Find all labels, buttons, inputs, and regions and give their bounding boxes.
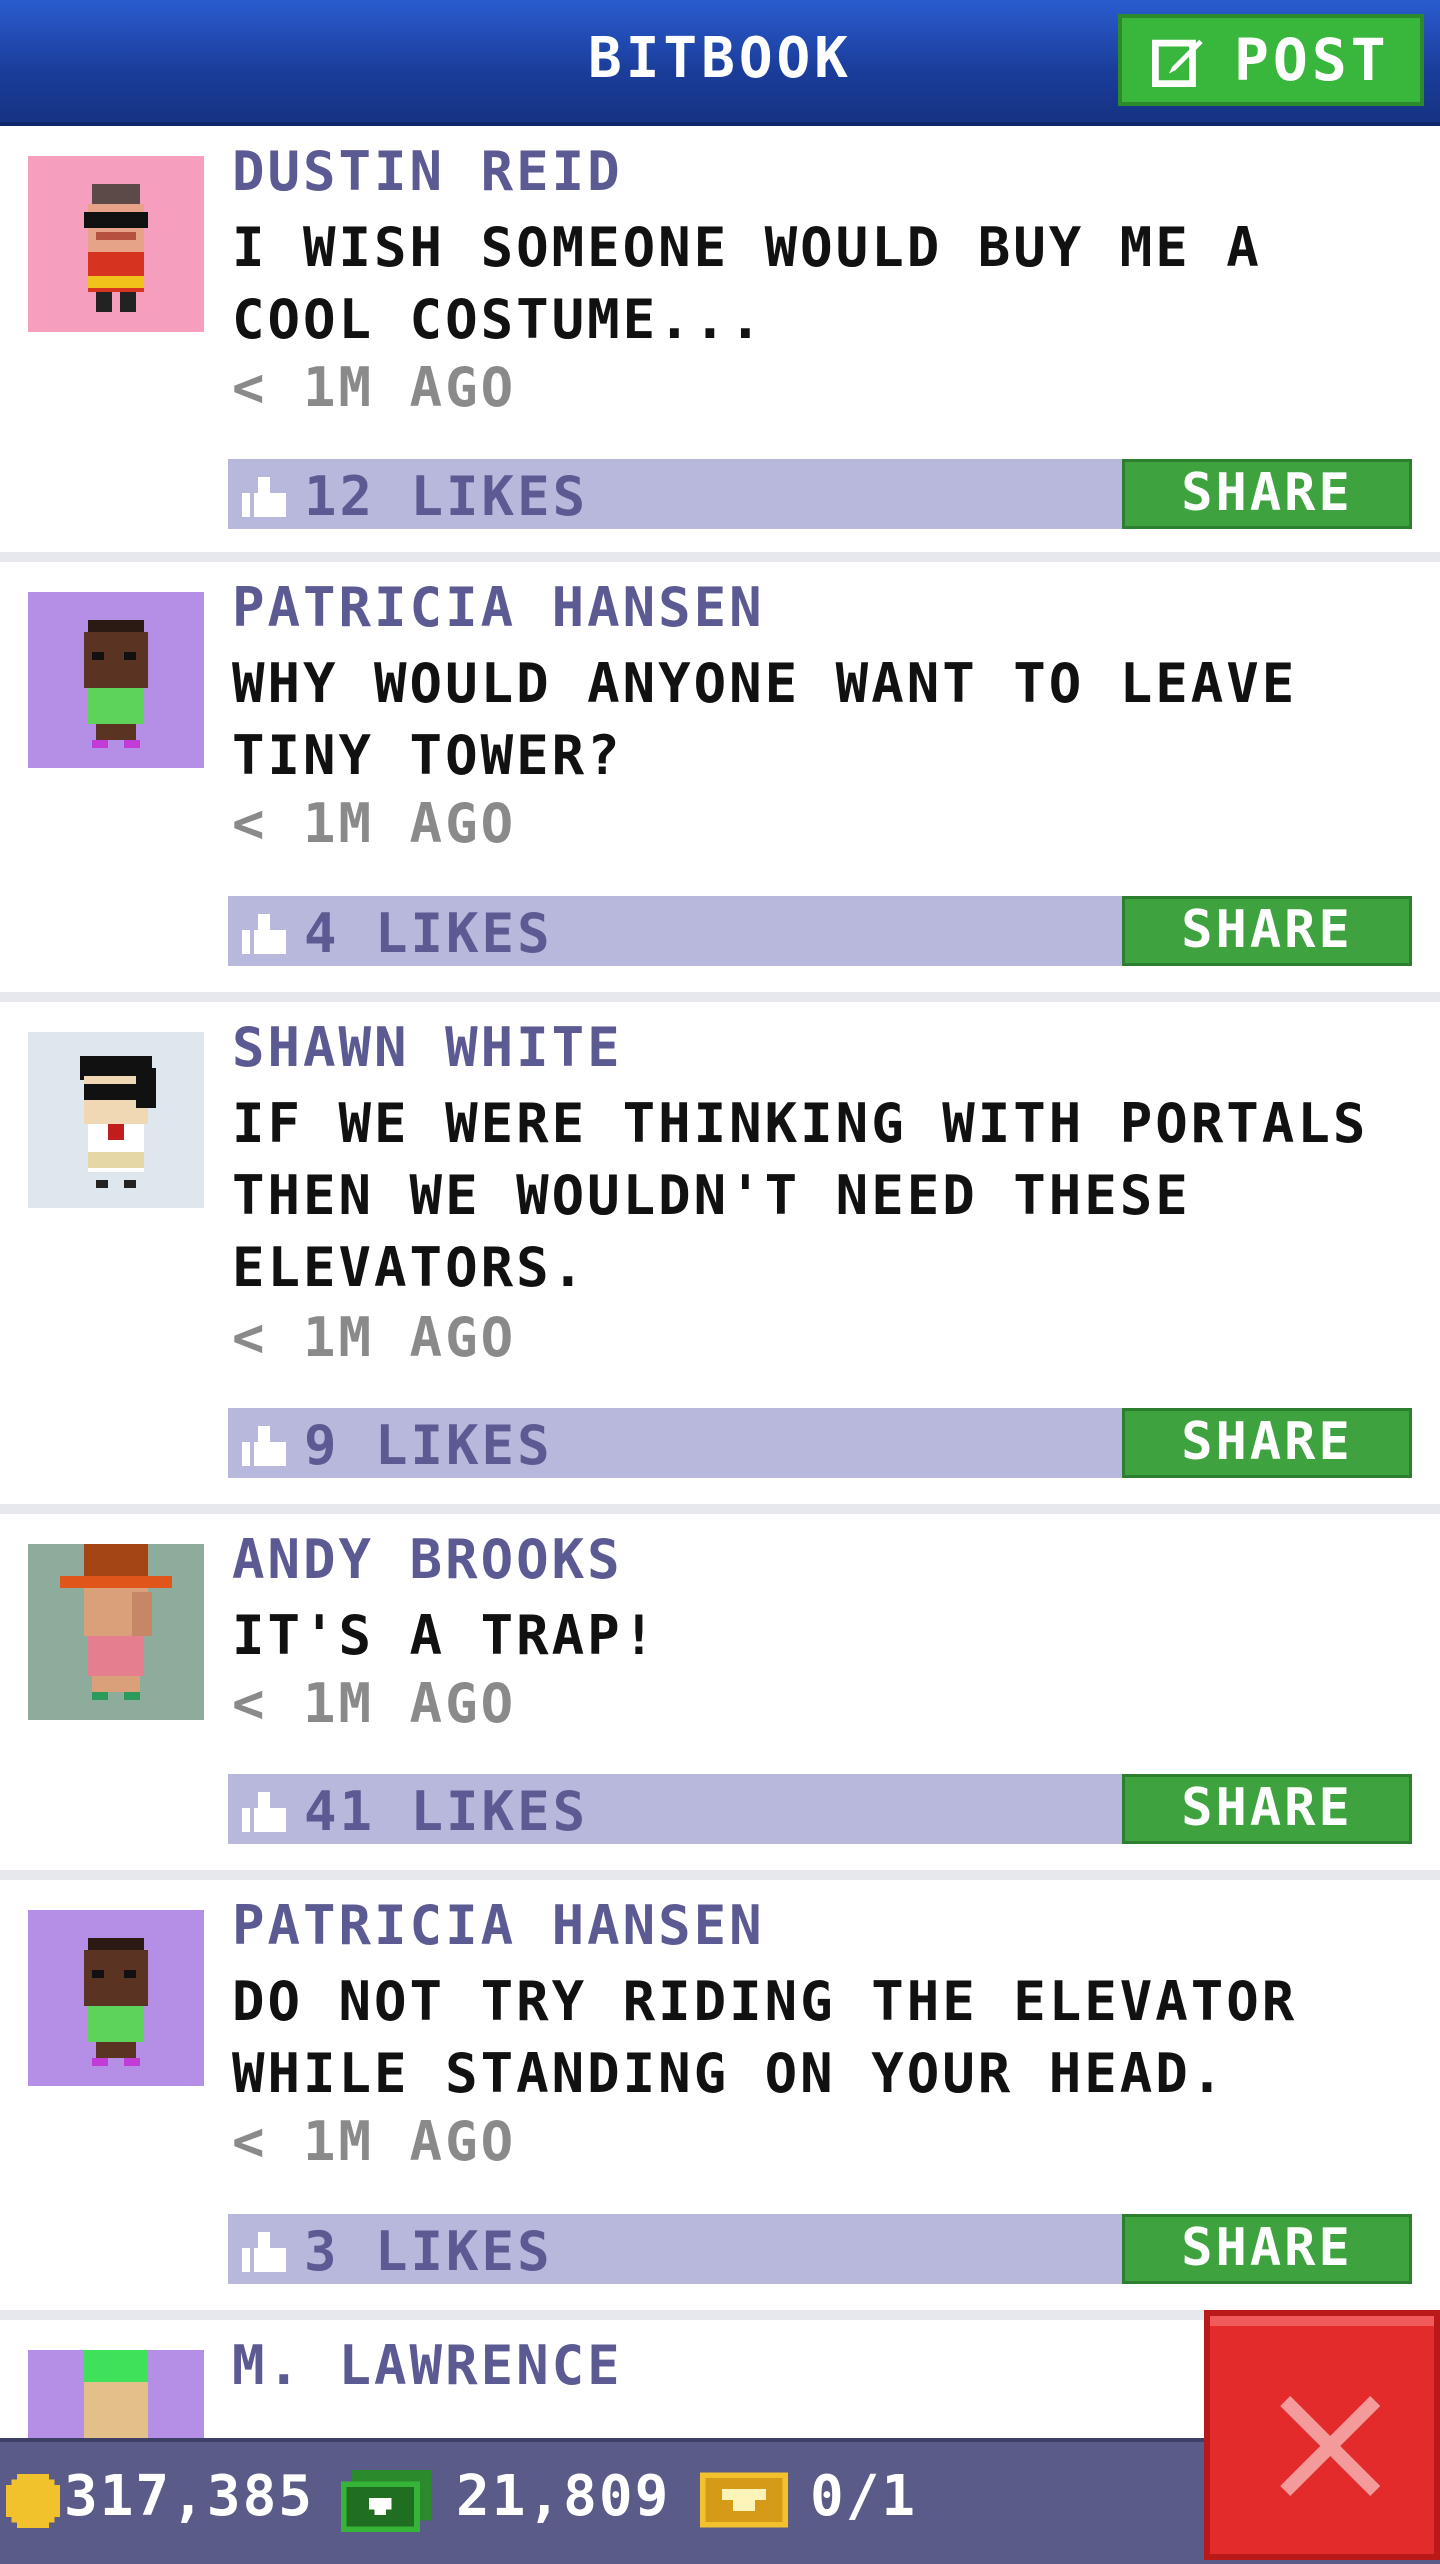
like-count: 4 LIKES [304, 902, 553, 965]
edit-icon [1152, 39, 1203, 87]
like-button[interactable]: 41 LIKES [228, 1780, 588, 1843]
feed-post: SHAWN WHITE IF WE WERE THINKING WITH POR… [0, 1002, 1440, 1504]
like-button[interactable]: 4 LIKES [228, 902, 553, 965]
share-button[interactable]: SHARE [1122, 896, 1412, 966]
like-button[interactable]: 9 LIKES [228, 1414, 553, 1477]
bux-icon [340, 2470, 432, 2532]
post-time: < 1M AGO [232, 356, 517, 419]
post-message: IT'S A TRAP! [232, 1604, 659, 1667]
post-time: < 1M AGO [232, 2110, 517, 2173]
post-message: WHY WOULD ANYONE WANT TO LEAVE TINY TOWE… [232, 652, 1298, 787]
post-button[interactable]: POST [1118, 14, 1424, 106]
post-time: < 1M AGO [232, 792, 517, 855]
like-bar: 3 LIKES SHARE [228, 2214, 1412, 2284]
like-count: 12 LIKES [304, 465, 589, 528]
feed-post: ANDY BROOKS IT'S A TRAP! < 1M AGO 41 LIK… [0, 1514, 1440, 1870]
like-icon [242, 913, 286, 954]
share-button[interactable]: SHARE [1122, 1408, 1412, 1478]
like-icon [242, 1425, 286, 1466]
avatar[interactable] [28, 1032, 204, 1208]
post-author[interactable]: PATRICIA HANSEN [232, 576, 765, 639]
post-message: I WISH SOMEONE WOULD BUY ME A COOL COSTU… [232, 216, 1262, 351]
share-button[interactable]: SHARE [1122, 2214, 1412, 2284]
like-button[interactable]: 12 LIKES [228, 465, 588, 528]
like-count: 9 LIKES [304, 1414, 553, 1477]
post-time: < 1M AGO [232, 1306, 517, 1369]
like-icon [242, 1791, 286, 1832]
ticket-count: 0/1 [810, 2464, 918, 2529]
avatar[interactable] [28, 1544, 204, 1720]
like-icon [242, 476, 286, 517]
like-icon [242, 2231, 286, 2272]
feed-list: DUSTIN REID I WISH SOMEONE WOULD BUY ME … [0, 126, 1440, 2526]
feed-post: PATRICIA HANSEN DO NOT TRY RIDING THE EL… [0, 1880, 1440, 2310]
avatar[interactable] [28, 592, 204, 768]
ticket-icon [700, 2472, 788, 2528]
divider [0, 1870, 1440, 1880]
close-button[interactable] [1204, 2310, 1440, 2560]
close-icon [1280, 2396, 1380, 2496]
share-button[interactable]: SHARE [1122, 1774, 1412, 1844]
bux-count: 21,809 [456, 2464, 671, 2529]
feed-post: PATRICIA HANSEN WHY WOULD ANYONE WANT TO… [0, 562, 1440, 992]
like-bar: 12 LIKES SHARE [228, 459, 1412, 529]
divider [0, 1504, 1440, 1514]
post-author[interactable]: DUSTIN REID [232, 140, 623, 203]
post-author[interactable]: ANDY BROOKS [232, 1528, 623, 1591]
like-bar: 4 LIKES SHARE [228, 896, 1412, 966]
share-button[interactable]: SHARE [1122, 459, 1412, 529]
post-author[interactable]: SHAWN WHITE [232, 1016, 623, 1079]
post-message: DO NOT TRY RIDING THE ELEVATOR WHILE STA… [232, 1970, 1298, 2105]
divider [0, 552, 1440, 562]
avatar[interactable] [28, 1910, 204, 2086]
post-button-label: POST [1234, 26, 1390, 94]
like-bar: 41 LIKES SHARE [228, 1774, 1412, 1844]
divider [0, 992, 1440, 1002]
post-author[interactable]: PATRICIA HANSEN [232, 1894, 765, 1957]
post-time: < 1M AGO [232, 1672, 517, 1735]
app-header: BITBOOK POST [0, 0, 1440, 126]
avatar[interactable] [28, 156, 204, 332]
like-count: 3 LIKES [304, 2220, 553, 2283]
coin-icon [6, 2474, 60, 2528]
like-button[interactable]: 3 LIKES [228, 2220, 553, 2283]
post-author[interactable]: M. LAWRENCE [232, 2334, 623, 2397]
post-message: IF WE WERE THINKING WITH PORTALS THEN WE… [232, 1092, 1369, 1299]
like-count: 41 LIKES [304, 1780, 589, 1843]
coin-count: 317,385 [64, 2464, 315, 2529]
feed-post: DUSTIN REID I WISH SOMEONE WOULD BUY ME … [0, 126, 1440, 552]
like-bar: 9 LIKES SHARE [228, 1408, 1412, 1478]
